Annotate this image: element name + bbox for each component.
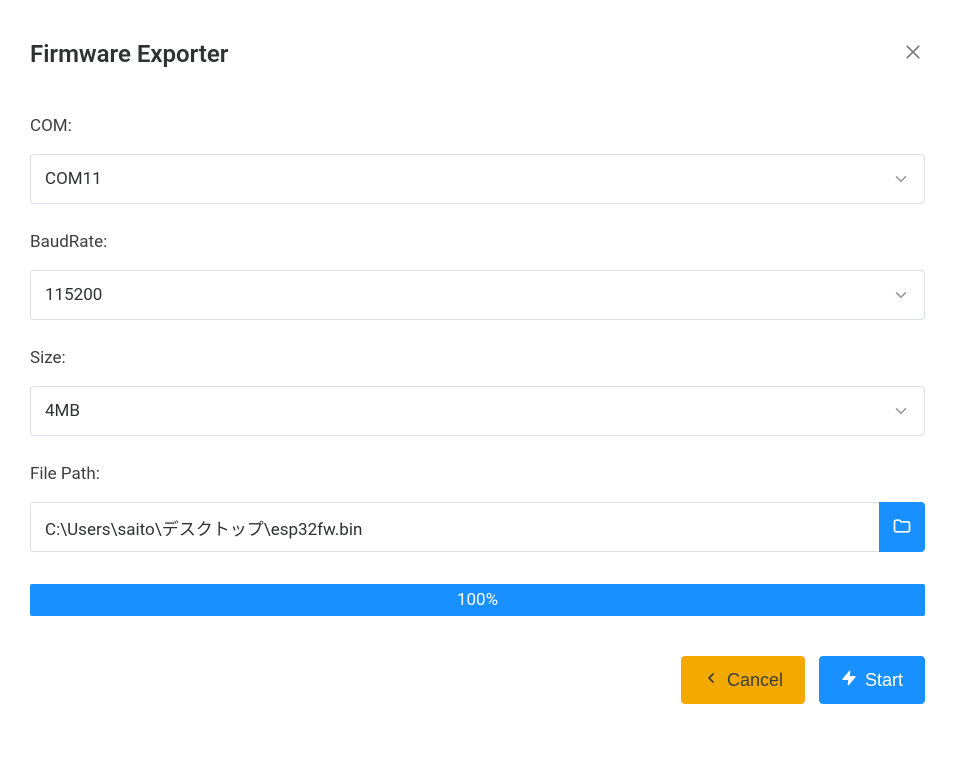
size-label: Size: — [30, 348, 925, 368]
com-group: COM: COM11 — [30, 116, 925, 204]
cancel-label: Cancel — [727, 670, 783, 691]
filepath-row: C:\Users\saito\デスクトップ\esp32fw.bin — [30, 502, 925, 552]
progress-container: 100% — [30, 584, 925, 616]
chevron-down-icon — [892, 286, 910, 304]
dialog-header: Firmware Exporter — [30, 40, 925, 68]
chevron-left-icon — [703, 670, 719, 691]
chevron-down-icon — [892, 170, 910, 188]
baudrate-label: BaudRate: — [30, 232, 925, 252]
folder-icon — [892, 516, 912, 539]
com-select[interactable]: COM11 — [30, 154, 925, 204]
browse-button[interactable] — [879, 502, 925, 552]
start-label: Start — [865, 670, 903, 691]
size-select[interactable]: 4MB — [30, 386, 925, 436]
button-row: Cancel Start — [30, 656, 925, 704]
filepath-input[interactable]: C:\Users\saito\デスクトップ\esp32fw.bin — [30, 502, 879, 552]
close-button[interactable] — [901, 42, 925, 66]
chevron-down-icon — [892, 402, 910, 420]
dialog-title: Firmware Exporter — [30, 40, 228, 68]
filepath-value: C:\Users\saito\デスクトップ\esp32fw.bin — [45, 515, 362, 540]
com-label: COM: — [30, 116, 925, 136]
size-value: 4MB — [45, 401, 80, 421]
lightning-icon — [841, 670, 857, 691]
baudrate-select[interactable]: 115200 — [30, 270, 925, 320]
baudrate-group: BaudRate: 115200 — [30, 232, 925, 320]
filepath-label: File Path: — [30, 464, 925, 484]
baudrate-value: 115200 — [45, 285, 102, 305]
filepath-group: File Path: C:\Users\saito\デスクトップ\esp32fw… — [30, 464, 925, 552]
cancel-button[interactable]: Cancel — [681, 656, 805, 704]
com-value: COM11 — [45, 169, 102, 189]
progress-text: 100% — [457, 590, 498, 610]
size-group: Size: 4MB — [30, 348, 925, 436]
close-icon — [903, 42, 923, 66]
start-button[interactable]: Start — [819, 656, 925, 704]
progress-bar: 100% — [30, 584, 925, 616]
